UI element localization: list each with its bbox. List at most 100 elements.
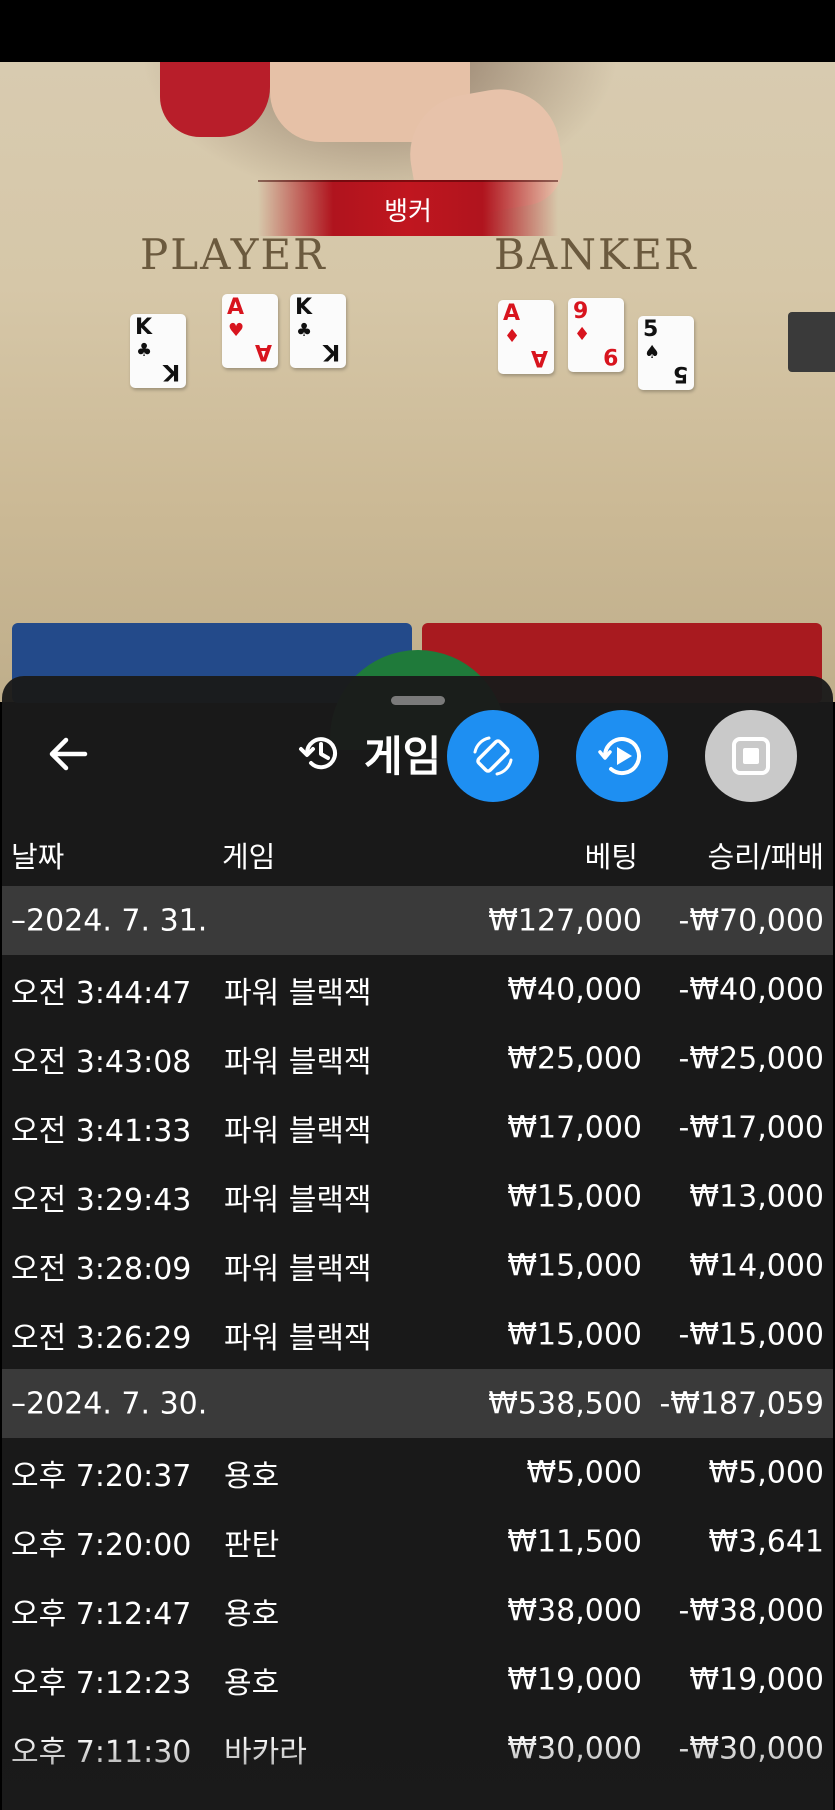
row-game: 바카라	[224, 1734, 307, 1770]
row-result: -₩38,000	[678, 1593, 824, 1628]
row-time: 오후 7:12:23	[11, 1665, 192, 1701]
row-bet: ₩38,000	[507, 1593, 642, 1628]
banker-label: BANKER	[494, 230, 698, 279]
row-game: 파워 블랙잭	[224, 1182, 372, 1218]
rotate-button[interactable]	[447, 710, 539, 802]
group-result-total: -₩70,000	[678, 903, 824, 938]
arrow-left-icon	[49, 737, 88, 771]
row-result: ₩13,000	[689, 1179, 824, 1214]
history-row[interactable]: 오전 3:29:43 파워 블랙잭 ₩15,000 ₩13,000	[2, 1162, 833, 1231]
player-card: K ♣ K	[290, 294, 346, 368]
status-bar	[0, 0, 835, 62]
back-button[interactable]	[42, 728, 94, 780]
row-game: 용호	[224, 1458, 280, 1494]
history-row[interactable]: 오후 7:20:37 용호 ₩5,000 ₩5,000	[2, 1438, 833, 1507]
player-label: PLAYER	[140, 230, 327, 279]
card-rank-mirror: A	[254, 339, 272, 364]
replay-button[interactable]	[576, 710, 668, 802]
row-bet: ₩19,000	[507, 1662, 642, 1697]
card-rank-mirror: K	[322, 339, 340, 364]
card-suit: ♠	[644, 342, 661, 363]
row-result: ₩14,000	[689, 1248, 824, 1283]
row-game: 파워 블랙잭	[224, 1113, 372, 1149]
row-time: 오전 3:26:29	[11, 1320, 192, 1356]
column-header-game[interactable]: 게임	[222, 834, 275, 876]
card-rank: A	[227, 295, 245, 320]
history-row[interactable]: 오전 3:28:09 파워 블랙잭 ₩15,000 ₩14,000	[2, 1231, 833, 1300]
card-rank: A	[503, 301, 521, 326]
row-result: -₩30,000	[678, 1731, 824, 1766]
player-card: K ♣ K	[130, 314, 186, 388]
group-result-total: -₩187,059	[659, 1386, 824, 1421]
history-sheet: 게임 날짜 게임 베팅 승리/패배 –2024. 7. 31. ₩127,000…	[2, 676, 833, 1810]
row-result: ₩5,000	[708, 1455, 824, 1490]
column-header-date[interactable]: 날짜	[11, 834, 64, 876]
sheet-header: 게임	[298, 720, 441, 786]
row-result: -₩25,000	[678, 1041, 824, 1076]
card-rank: K	[295, 295, 313, 320]
row-time: 오전 3:43:08	[11, 1044, 192, 1080]
column-header-bet[interactable]: 베팅	[585, 834, 638, 876]
row-bet: ₩15,000	[507, 1179, 642, 1214]
row-game: 용호	[224, 1596, 280, 1632]
card-suit: ♥	[228, 320, 245, 341]
history-row[interactable]: 오후 7:12:23 용호 ₩19,000 ₩19,000	[2, 1645, 833, 1714]
history-icon	[299, 737, 337, 770]
live-video-feed: 뱅커 PLAYER BANKER K ♣ K A ♥ A K ♣ K A ♦ A 9 ♦ 9 5 ♠ 5	[0, 62, 835, 702]
row-game: 판탄	[224, 1527, 280, 1563]
history-row[interactable]: 오후 7:11:30 바카라 ₩30,000 -₩30,000	[2, 1714, 833, 1783]
card-suit: ♦	[574, 324, 591, 345]
row-result: -₩40,000	[678, 972, 824, 1007]
card-rank-mirror: K	[162, 359, 180, 384]
sheet-title: 게임	[364, 731, 442, 781]
row-time: 오전 3:28:09	[11, 1251, 192, 1287]
sheet-grabber[interactable]	[391, 696, 445, 705]
row-result: -₩17,000	[678, 1110, 824, 1145]
group-bet-total: ₩127,000	[488, 903, 642, 938]
row-time: 오후 7:20:00	[11, 1527, 192, 1563]
row-bet: ₩5,000	[526, 1455, 642, 1490]
history-row[interactable]: 오후 7:20:00 판탄 ₩11,500 ₩3,641	[2, 1507, 833, 1576]
row-bet: ₩30,000	[507, 1731, 642, 1766]
row-game: 파워 블랙잭	[224, 975, 372, 1011]
row-bet: ₩40,000	[507, 972, 642, 1007]
replay-icon	[598, 737, 641, 775]
row-game: 파워 블랙잭	[224, 1320, 372, 1356]
card-rank: 9	[573, 299, 589, 324]
banker-card: 5 ♠ 5	[638, 316, 694, 390]
card-rank-mirror: A	[530, 345, 548, 370]
group-bet-total: ₩538,500	[488, 1386, 642, 1421]
history-row[interactable]: 오전 3:44:47 파워 블랙잭 ₩40,000 -₩40,000	[2, 955, 833, 1024]
row-time: 오전 3:29:43	[11, 1182, 192, 1218]
banker-card: A ♦ A	[498, 300, 554, 374]
date-group-header[interactable]: –2024. 7. 30. ₩538,500 -₩187,059	[2, 1369, 833, 1438]
row-bet: ₩11,500	[507, 1524, 642, 1559]
history-row[interactable]: 오전 3:41:33 파워 블랙잭 ₩17,000 -₩17,000	[2, 1093, 833, 1162]
card-suit: ♦	[504, 326, 521, 347]
group-date: –2024. 7. 31.	[11, 903, 208, 938]
card-suit: ♣	[136, 340, 153, 361]
player-card: A ♥ A	[222, 294, 278, 368]
card-rank-mirror: 5	[672, 361, 688, 386]
group-date: –2024. 7. 30.	[11, 1386, 208, 1421]
stop-button[interactable]	[705, 710, 797, 802]
history-list[interactable]: –2024. 7. 31. ₩127,000 -₩70,000 오전 3:44:…	[2, 886, 833, 1783]
column-header-result[interactable]: 승리/패배	[708, 834, 825, 876]
row-time: 오전 3:41:33	[11, 1113, 192, 1149]
row-bet: ₩15,000	[507, 1317, 642, 1352]
row-bet: ₩17,000	[507, 1110, 642, 1145]
row-game: 파워 블랙잭	[224, 1044, 372, 1080]
card-rank: 5	[643, 317, 659, 342]
date-group-header[interactable]: –2024. 7. 31. ₩127,000 -₩70,000	[2, 886, 833, 955]
card-rank-mirror: 9	[602, 343, 618, 368]
card-rank: K	[135, 315, 153, 340]
card-shoe	[788, 312, 835, 372]
row-game: 용호	[224, 1665, 280, 1701]
history-row[interactable]: 오전 3:43:08 파워 블랙잭 ₩25,000 -₩25,000	[2, 1024, 833, 1093]
history-row[interactable]: 오전 3:26:29 파워 블랙잭 ₩15,000 -₩15,000	[2, 1300, 833, 1369]
row-time: 오전 3:44:47	[11, 975, 192, 1011]
card-suit: ♣	[296, 320, 313, 341]
row-time: 오후 7:11:30	[11, 1734, 192, 1770]
history-row[interactable]: 오후 7:12:47 용호 ₩38,000 -₩38,000	[2, 1576, 833, 1645]
banker-card: 9 ♦ 9	[568, 298, 624, 372]
